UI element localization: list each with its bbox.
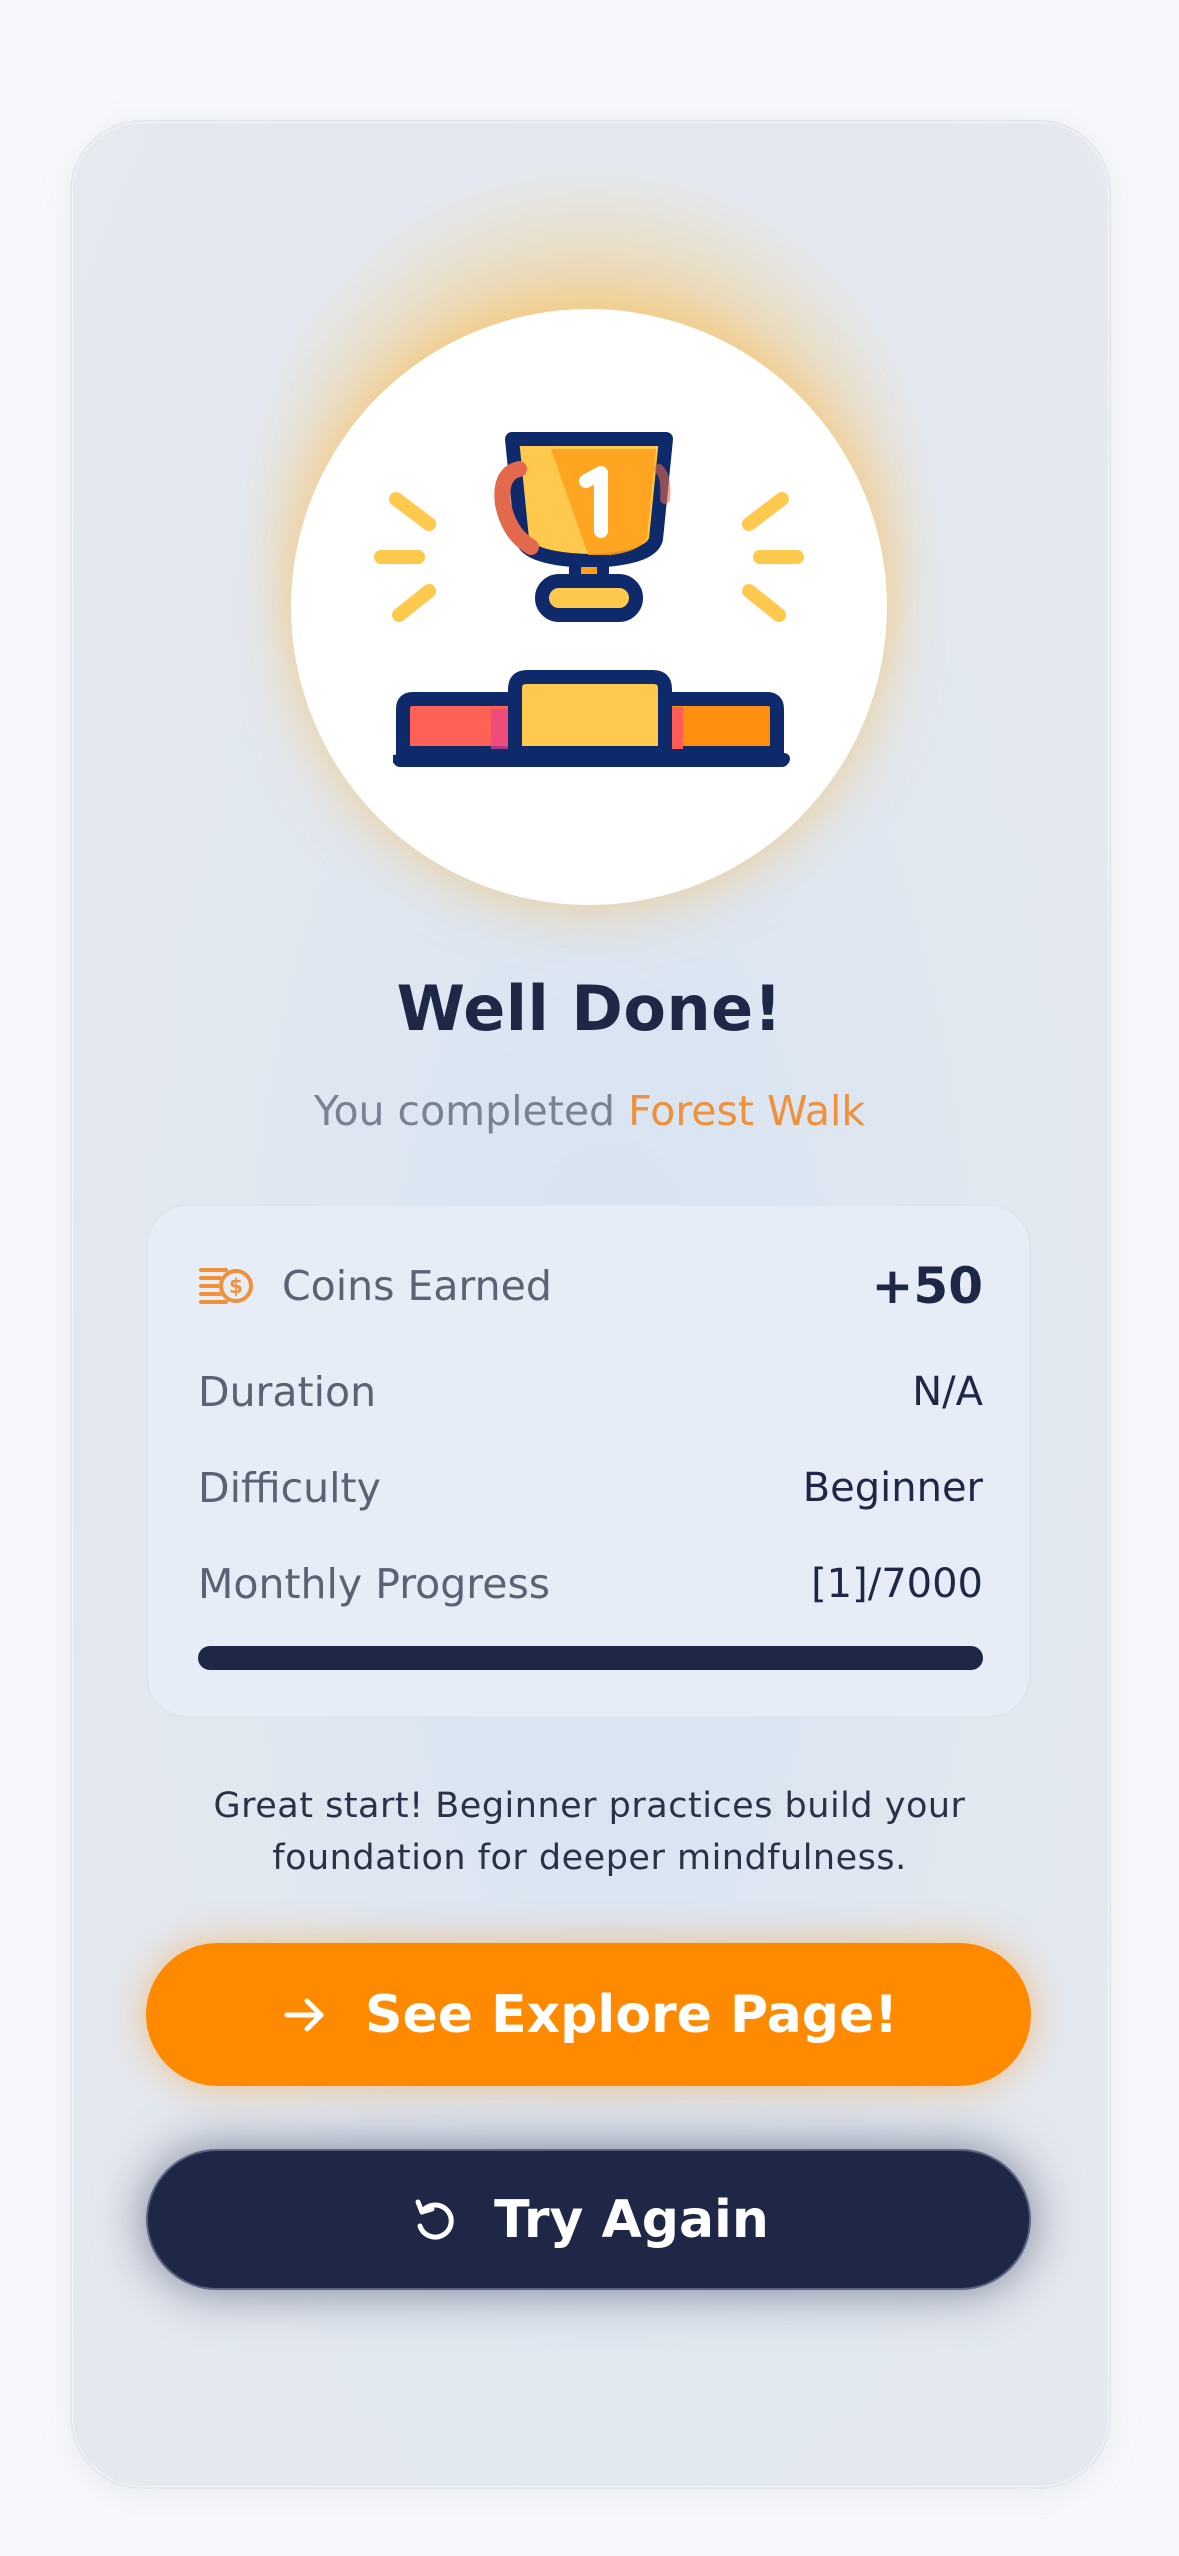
- duration-label: Duration: [198, 1368, 377, 1416]
- coins-icon: $: [199, 1268, 253, 1304]
- trophy-podium-icon: [374, 432, 804, 767]
- stat-row-progress: Monthly Progress [1]/7000: [198, 1554, 983, 1614]
- explore-button-label: See Explore Page!: [365, 1984, 898, 2045]
- progress-value: [1]/7000: [811, 1561, 983, 1607]
- stats-panel: $ Coins Earned +50 Duration N/A Difficul…: [146, 1204, 1031, 1718]
- stat-row-duration: Duration N/A: [198, 1362, 983, 1422]
- retry-button-label: Try Again: [494, 2189, 769, 2250]
- refresh-icon: [415, 2199, 454, 2240]
- encouragement-note: Great start! Beginner practices build yo…: [150, 1780, 1029, 1884]
- note-line-1: Great start! Beginner practices build yo…: [213, 1786, 966, 1826]
- completion-title: Well Done!: [396, 972, 783, 1045]
- monthly-progress-bar: [198, 1646, 983, 1670]
- stat-row-difficulty: Difficulty Beginner: [198, 1458, 983, 1518]
- difficulty-value: Beginner: [802, 1465, 983, 1511]
- difficulty-label: Difficulty: [198, 1464, 381, 1512]
- try-again-button[interactable]: Try Again: [146, 2149, 1031, 2290]
- completion-subtitle: You completed Forest Walk: [0, 1087, 1179, 1135]
- svg-text:$: $: [229, 1274, 243, 1298]
- see-explore-page-button[interactable]: See Explore Page!: [146, 1943, 1031, 2086]
- stat-row-coins: $ Coins Earned +50: [198, 1256, 983, 1316]
- activity-name: Forest Walk: [628, 1087, 866, 1135]
- coins-value: +50: [871, 1257, 983, 1315]
- subtitle-prefix: You completed: [313, 1087, 616, 1135]
- note-line-2: foundation for deeper mindfulness.: [272, 1838, 907, 1878]
- progress-label: Monthly Progress: [198, 1560, 551, 1608]
- duration-value: N/A: [912, 1369, 983, 1415]
- coins-label: Coins Earned: [282, 1262, 552, 1310]
- arrow-right-icon: [284, 1998, 324, 2031]
